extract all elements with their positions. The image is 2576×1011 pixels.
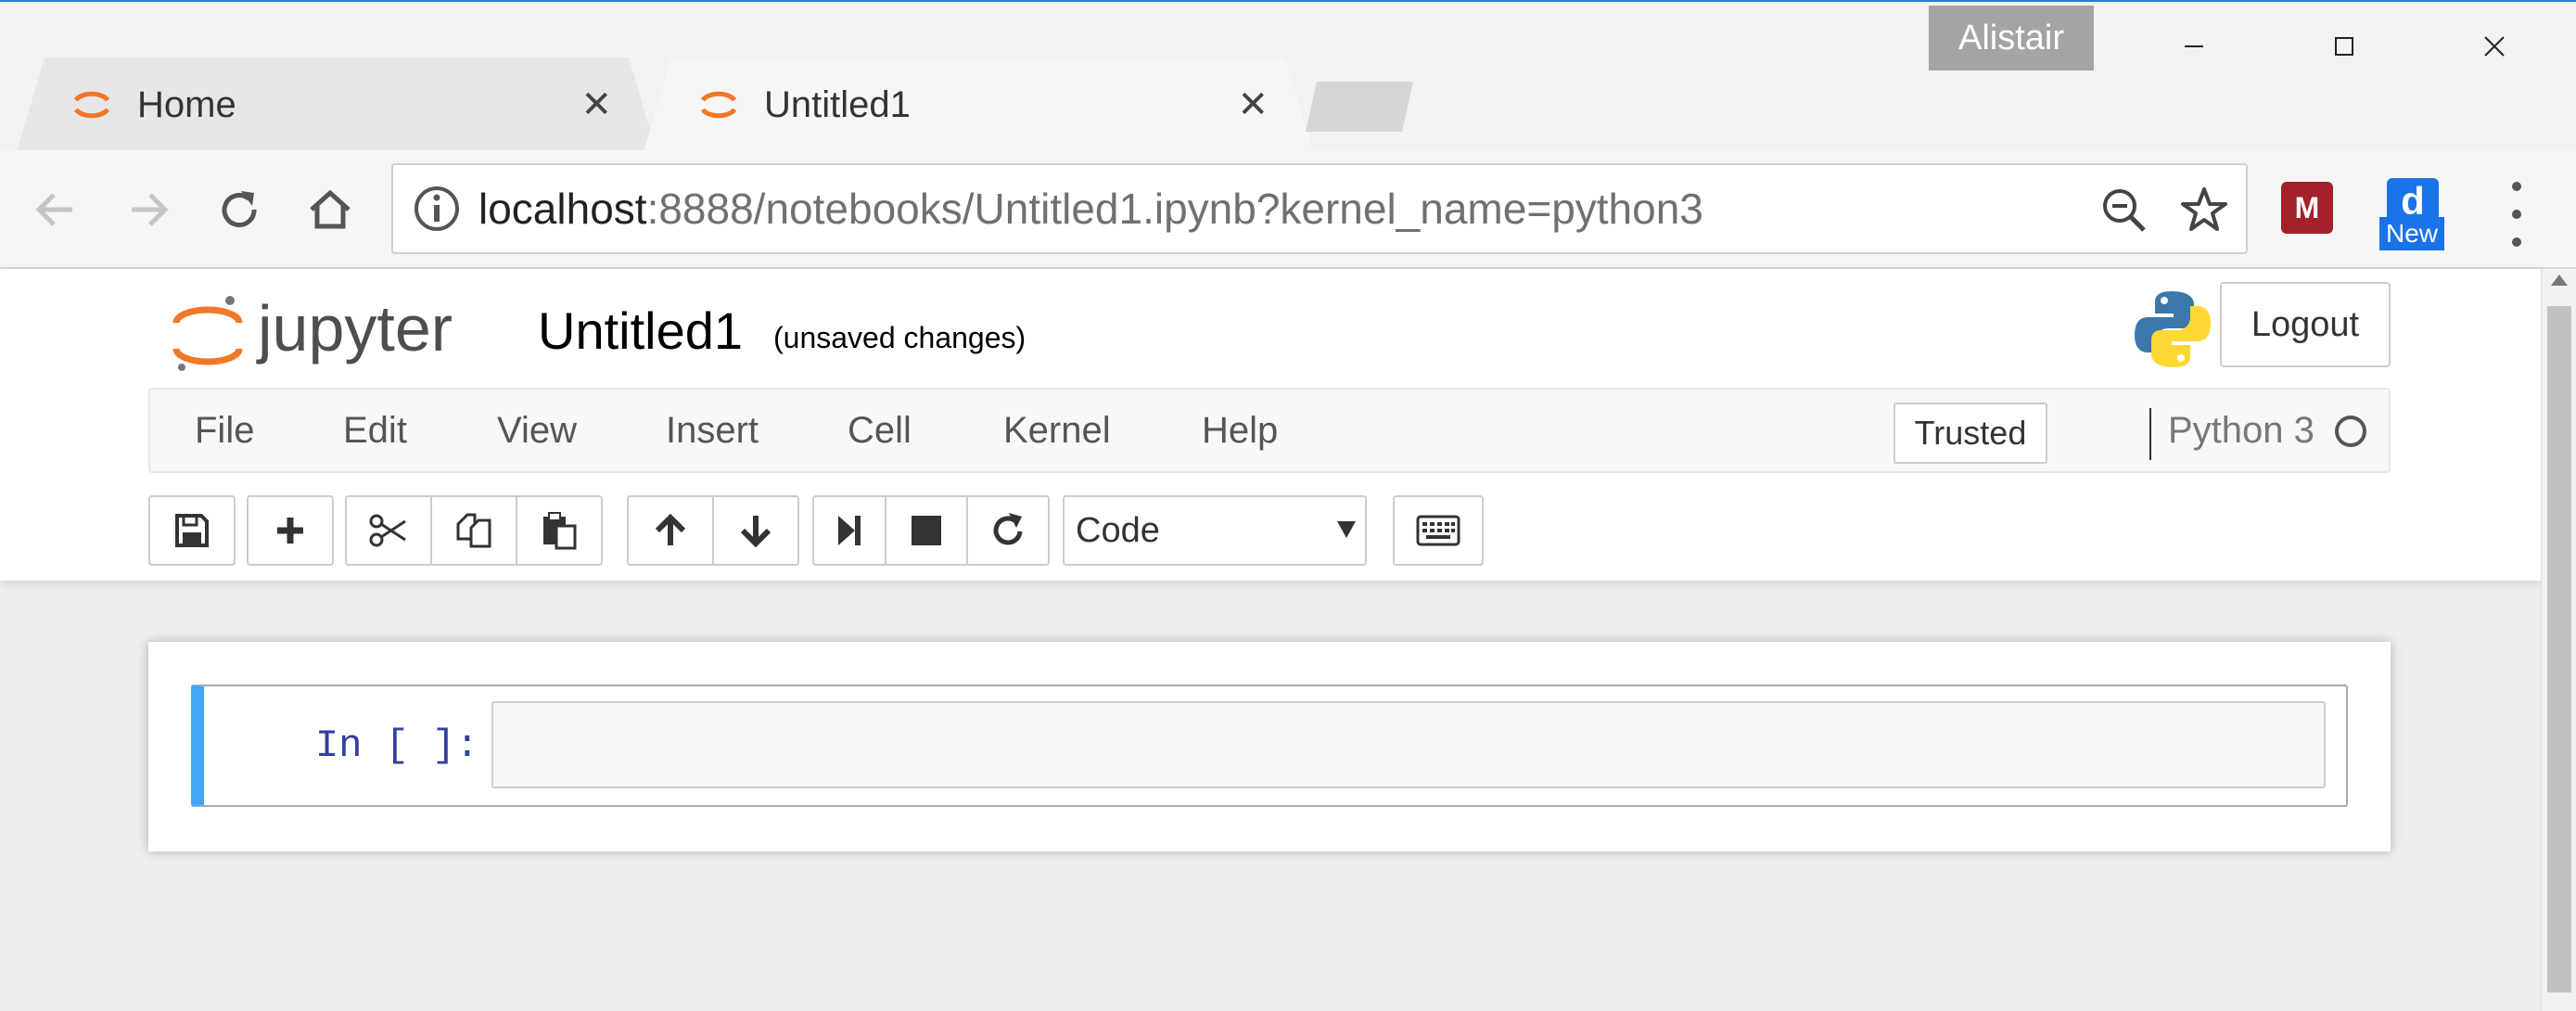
- scrollbar-thumb[interactable]: [2547, 306, 2571, 992]
- profile-button[interactable]: Alistair: [1929, 6, 2094, 70]
- jupyter-logo-text: jupyter: [256, 292, 453, 365]
- page-scrollbar[interactable]: [2541, 269, 2576, 1011]
- arrow-up-icon: [655, 513, 686, 545]
- insert-cell-button[interactable]: [247, 495, 334, 566]
- restart-button[interactable]: [966, 495, 1050, 566]
- cut-button[interactable]: [345, 495, 432, 566]
- cell-type-value: Code: [1076, 510, 1160, 550]
- maximize-button[interactable]: [2305, 11, 2383, 82]
- notebook-menubar: File Edit View Insert Cell Kernel Help T…: [148, 388, 2391, 473]
- save-icon: [175, 514, 209, 547]
- menu-edit[interactable]: Edit: [343, 390, 407, 471]
- tab-title: Untitled1: [764, 83, 911, 125]
- address-bar[interactable]: localhost:8888/notebooks/Untitled1.ipynb…: [391, 163, 2248, 254]
- kernel-idle-icon: [2335, 416, 2366, 447]
- zoom-button[interactable]: [2096, 182, 2153, 239]
- copy-button[interactable]: [430, 495, 517, 566]
- trusted-indicator[interactable]: Trusted: [1894, 403, 2047, 464]
- extension-badge: New: [2379, 217, 2444, 250]
- extension-new-icon[interactable]: d New: [2379, 178, 2444, 252]
- notebook-container: In [ ]:: [148, 642, 2391, 851]
- tab-title: Home: [137, 83, 236, 125]
- keyboard-icon: [1416, 515, 1460, 546]
- menu-file[interactable]: File: [195, 390, 254, 471]
- home-icon: [310, 189, 351, 229]
- close-window-button[interactable]: [2455, 11, 2533, 82]
- keyboard-group: [1393, 495, 1484, 566]
- reload-icon: [222, 191, 257, 227]
- bookmark-button[interactable]: [2175, 182, 2233, 239]
- page-content: jupyter Untitled1 (unsaved changes) Logo…: [0, 269, 2541, 1011]
- run-button[interactable]: [812, 495, 886, 566]
- zoom-out-icon: [2103, 189, 2146, 232]
- minimize-button[interactable]: [2155, 11, 2233, 82]
- chevron-down-icon: [1337, 521, 1356, 538]
- move-group: [627, 495, 799, 566]
- tab-home[interactable]: Home ✕: [17, 58, 657, 152]
- kernel-name[interactable]: Python 3: [2168, 390, 2315, 471]
- tab-strip: Home ✕ Untitled1 ✕ Alistair: [0, 0, 2576, 150]
- mendeley-extension-icon[interactable]: M: [2281, 182, 2333, 234]
- plus-icon: [277, 518, 303, 544]
- insert-group: [247, 495, 334, 566]
- save-button[interactable]: [148, 495, 236, 566]
- step-forward-icon: [838, 516, 861, 545]
- scroll-up-icon[interactable]: [2551, 275, 2568, 286]
- tab-close-icon[interactable]: ✕: [580, 86, 612, 123]
- close-icon: [2484, 36, 2505, 57]
- restart-icon: [993, 513, 1023, 545]
- new-tab-button[interactable]: [1306, 82, 1413, 132]
- jupyter-header: jupyter Untitled1 (unsaved changes) Logo…: [0, 269, 2541, 581]
- save-status: (unsaved changes): [773, 321, 1027, 354]
- menu-view[interactable]: View: [497, 390, 577, 471]
- command-palette-button[interactable]: [1393, 495, 1484, 566]
- kernel-divider: [2149, 408, 2151, 460]
- url-path: :8888/notebooks/Untitled1.ipynb?kernel_n…: [646, 185, 1703, 233]
- url-text[interactable]: localhost:8888/notebooks/Untitled1.ipynb…: [478, 184, 1703, 234]
- code-cell[interactable]: In [ ]:: [191, 685, 2348, 807]
- tab-untitled1[interactable]: Untitled1 ✕: [644, 58, 1313, 152]
- menu-cell[interactable]: Cell: [848, 390, 912, 471]
- input-prompt: In [ ]:: [315, 723, 479, 768]
- reload-button[interactable]: [206, 176, 273, 243]
- back-button[interactable]: [22, 176, 89, 243]
- cell-type-select[interactable]: Code: [1063, 495, 1367, 566]
- menu-help[interactable]: Help: [1202, 390, 1278, 471]
- back-arrow-icon: [35, 193, 72, 226]
- jupyter-favicon-icon: [700, 91, 737, 119]
- menu-kernel[interactable]: Kernel: [1003, 390, 1111, 471]
- jupyter-favicon-icon: [73, 91, 110, 119]
- minimize-icon: [2185, 45, 2203, 47]
- stop-icon: [912, 516, 941, 545]
- paste-icon: [543, 512, 577, 550]
- maximize-icon: [2335, 37, 2353, 56]
- menu-insert[interactable]: Insert: [666, 390, 759, 471]
- move-up-button[interactable]: [627, 495, 714, 566]
- logout-button[interactable]: Logout: [2220, 282, 2391, 367]
- code-input[interactable]: [491, 701, 2326, 788]
- browser-toolbar: localhost:8888/notebooks/Untitled1.ipynb…: [0, 150, 2576, 269]
- jupyter-logo-icon[interactable]: jupyter: [172, 288, 488, 380]
- run-group: [812, 495, 1050, 566]
- arrow-down-icon: [740, 516, 772, 548]
- browser-window: Home ✕ Untitled1 ✕ Alistair localhost:88…: [0, 0, 2576, 1011]
- scissors-icon: [369, 514, 406, 547]
- tab-close-icon[interactable]: ✕: [1237, 86, 1269, 123]
- notebook-title[interactable]: Untitled1: [538, 301, 743, 361]
- star-icon: [2181, 187, 2227, 231]
- edit-group: [345, 495, 603, 566]
- url-host: localhost: [478, 185, 647, 233]
- python-logo-icon: [2135, 291, 2211, 367]
- interrupt-button[interactable]: [885, 495, 968, 566]
- info-icon[interactable]: [412, 184, 462, 234]
- copy-icon: [456, 513, 491, 548]
- save-group: [148, 495, 236, 566]
- browser-menu-icon[interactable]: [2494, 182, 2539, 247]
- paste-button[interactable]: [516, 495, 603, 566]
- home-button[interactable]: [297, 176, 363, 243]
- move-down-button[interactable]: [712, 495, 799, 566]
- forward-button[interactable]: [115, 176, 182, 243]
- forward-arrow-icon: [132, 193, 169, 226]
